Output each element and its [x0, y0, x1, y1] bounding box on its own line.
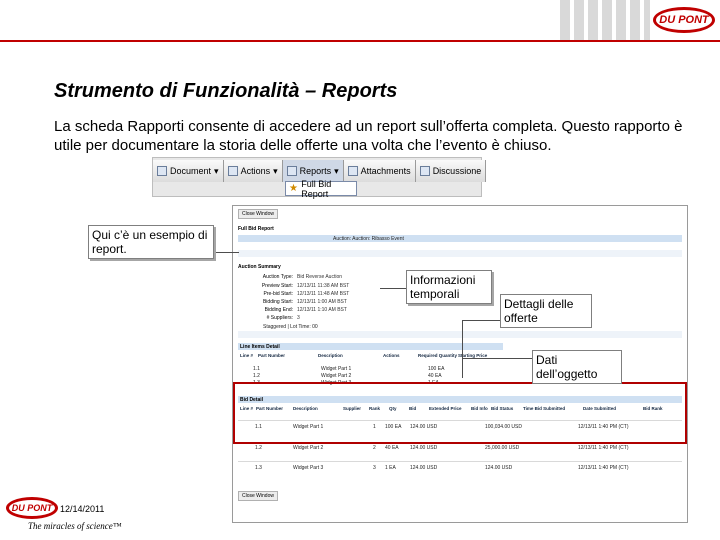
callout-bid-details: Dettagli delle offerte — [500, 294, 592, 328]
footer-tagline: The miracles of science™ — [28, 521, 122, 531]
report-tools-bar — [238, 250, 682, 257]
summary-label: # Suppliers: — [266, 315, 293, 321]
connector-line — [380, 288, 406, 289]
document-menu-button[interactable]: Document ▾ — [153, 160, 224, 182]
discussion-button[interactable]: Discussione — [415, 160, 487, 182]
bid-row-price: 124.00 USD — [410, 465, 438, 471]
line-header: Actions — [383, 353, 400, 358]
report-section-title: Full Bid Report — [238, 226, 274, 232]
line-row-number: 1.1 — [253, 366, 260, 372]
actions-icon — [227, 166, 238, 176]
header-stripes — [560, 0, 650, 40]
connector-line — [462, 320, 463, 358]
toolbar-screenshot: Document ▾ Actions ▾ Reports ▾ Attachments … — [152, 157, 487, 199]
summary-value: Bid Reverse Auction — [297, 274, 343, 280]
bid-row-extended: 124.00 USD — [485, 465, 513, 471]
line-row-quantity: 100 EA — [428, 366, 445, 372]
connector-line — [215, 252, 239, 253]
bid-row-time: 12/13/11 1:40 PM (CT) — [578, 465, 629, 471]
bid-row-line: 1.3 — [255, 465, 262, 471]
line-header: Description — [318, 353, 343, 358]
summary-value: 12/13/11 11:48 AM BST — [297, 291, 350, 297]
header-divider — [0, 40, 720, 42]
slide-body: La scheda Rapporti consente di accedere … — [54, 118, 683, 154]
report-icon: ★ — [289, 182, 298, 194]
attachment-icon — [347, 166, 358, 176]
line-header: Part Number — [258, 353, 286, 358]
line-header: Required Quantity — [418, 353, 458, 358]
filter-bar — [238, 331, 682, 338]
reports-label: Reports — [299, 166, 332, 176]
line-row-number: 1.2 — [253, 373, 260, 379]
chevron-down-icon: ▾ — [273, 165, 278, 176]
bid-divider — [238, 461, 682, 462]
summary-label: Auction Type: — [262, 274, 293, 280]
chevron-down-icon: ▾ — [214, 165, 219, 176]
connector-line — [462, 358, 534, 359]
callout-item-data: Dati dell’oggetto — [532, 350, 622, 384]
line-row-description: Widget Part 1 — [321, 366, 352, 372]
bid-row-price: 124.00 USD — [410, 445, 438, 451]
summary-label: Pre-bid Start: — [263, 291, 293, 297]
chevron-down-icon: ▾ — [334, 165, 339, 176]
bid-detail-highlight-frame — [233, 382, 687, 444]
dupont-logo: DU PONT — [653, 7, 715, 33]
bid-row-unit: 1 EA — [385, 465, 396, 471]
summary-label: Preview Start: — [261, 283, 293, 289]
auction-bar — [238, 235, 682, 242]
dupont-logo-footer: DU PONT — [6, 497, 58, 519]
bid-row-qty: 3 — [373, 465, 376, 471]
summary-label: Bidding End: — [264, 307, 293, 313]
bid-row-time: 12/13/11 1:40 PM (CT) — [578, 445, 629, 451]
summary-value: 12/13/11 1:10 AM BST — [297, 307, 347, 313]
actions-menu-button[interactable]: Actions ▾ — [223, 160, 283, 182]
bid-row-description: Widget Part 3 — [293, 465, 324, 471]
bid-row-unit: 40 EA — [385, 445, 399, 451]
slide-title: Strumento di Funzionalità – Reports — [54, 80, 398, 102]
summary-value: 12/13/11 1:00 AM BST — [297, 299, 347, 305]
staggered-info: Staggered | Lot Time: 00 — [263, 324, 318, 330]
callout-example-report: Qui c’è un esempio di report. — [88, 225, 214, 259]
full-bid-report-menu-item[interactable]: ★ Full Bid Report — [285, 178, 357, 199]
line-header: Line # — [240, 353, 254, 358]
summary-value: 3 — [297, 315, 300, 321]
close-window-button-top[interactable]: Close Window — [238, 209, 278, 219]
close-window-button-bottom[interactable]: Close Window — [238, 491, 278, 501]
line-items-title: Line Items Detail — [240, 344, 280, 350]
attachments-label: Attachments — [360, 166, 411, 176]
discussion-icon — [419, 166, 430, 176]
bid-row-qty: 2 — [373, 445, 376, 451]
connector-line — [462, 320, 500, 321]
bid-row-line: 1.2 — [255, 445, 262, 451]
bid-row-extended: 25,000.00 USD — [485, 445, 520, 451]
actions-label: Actions — [240, 166, 271, 176]
summary-value: 12/13/11 11:38 AM BST — [297, 283, 350, 289]
footer-date: 12/14/2011 — [60, 504, 105, 514]
line-row-description: Widget Part 2 — [321, 373, 352, 379]
callout-time-info: Informazioni temporali — [406, 270, 492, 304]
reports-icon — [286, 166, 297, 176]
full-bid-report-label: Full Bid Report — [301, 178, 332, 199]
document-icon — [157, 166, 167, 176]
document-label: Document — [170, 166, 212, 176]
discussion-label: Discussione — [432, 166, 482, 176]
auction-bar-label: Auction: Auction: Ribasso Event — [333, 236, 404, 242]
line-row-quantity: 40 EA — [428, 373, 442, 379]
auction-summary-title: Auction Summary — [238, 264, 281, 270]
summary-label: Bidding Start: — [262, 299, 293, 305]
connector-line — [462, 358, 463, 378]
bid-row-description: Widget Part 2 — [293, 445, 324, 451]
